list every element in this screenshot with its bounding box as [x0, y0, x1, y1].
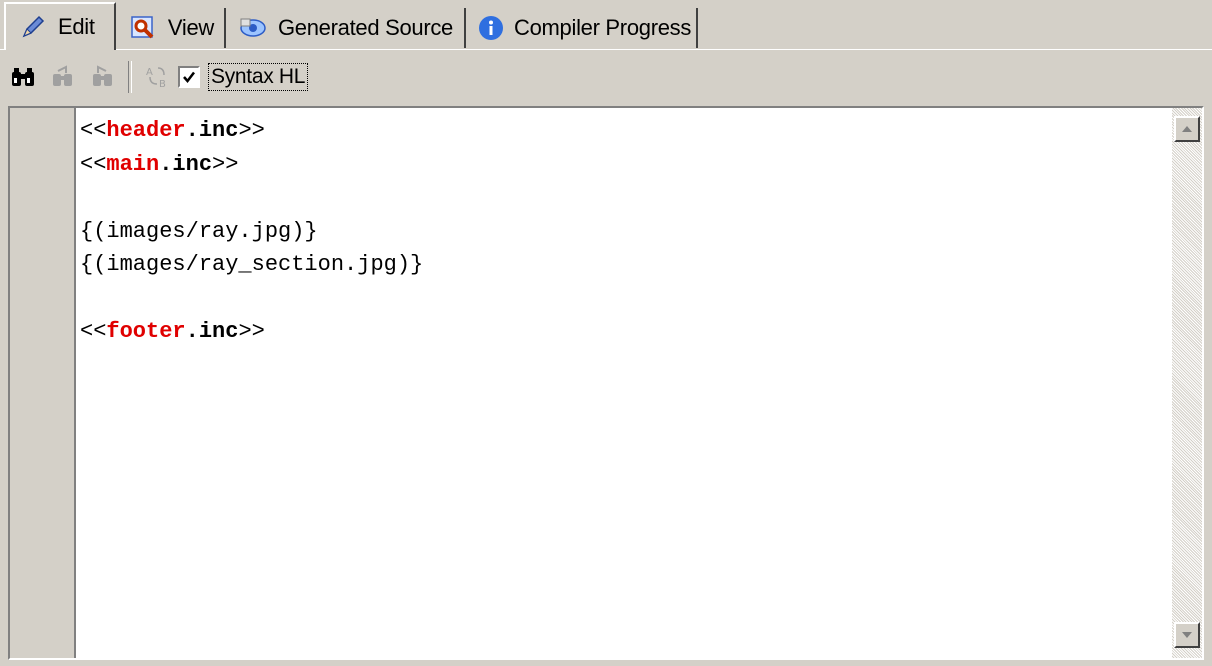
tab-strip: Edit View Generated Source Compiler Prog… — [0, 0, 1212, 50]
code-line: <<main.inc>> — [80, 151, 239, 177]
tab-edit-label: Edit — [58, 14, 95, 39]
tab-baseline — [0, 49, 1212, 50]
vertical-scrollbar[interactable] — [1172, 108, 1202, 658]
tab-compiler-progress-label: Compiler Progress — [514, 15, 692, 40]
scroll-down-button[interactable] — [1174, 622, 1200, 648]
tab-view[interactable]: View — [116, 8, 226, 48]
pencil-icon — [18, 12, 48, 42]
code-area[interactable]: <<header.inc>> <<main.inc>> {(images/ray… — [80, 114, 1168, 349]
binoculars-icon[interactable] — [6, 60, 40, 94]
arrow-up-icon — [1182, 126, 1192, 132]
tab-view-label: View — [167, 15, 214, 40]
find-replace-icon[interactable] — [86, 60, 120, 94]
editor-gutter — [10, 108, 76, 658]
code-line: {(images/ray_section.jpg)} — [80, 252, 424, 277]
tab-compiler-progress[interactable]: Compiler Progress — [466, 8, 698, 48]
find-next-icon[interactable] — [46, 60, 80, 94]
syntax-hl-label[interactable]: Syntax HL — [208, 63, 309, 91]
arrow-down-icon — [1182, 632, 1192, 638]
svg-text:A: A — [146, 67, 153, 78]
code-line: {(images/ray.jpg)} — [80, 218, 318, 244]
info-icon — [478, 13, 504, 43]
code-line: <<footer.inc>> — [80, 319, 265, 344]
syntax-hl-checkbox[interactable] — [178, 66, 200, 88]
code-editor[interactable]: <<header.inc>> <<main.inc>> {(images/ray… — [8, 106, 1204, 660]
toolbar: A B Syntax HL — [0, 52, 1212, 102]
tab-generated-source[interactable]: Generated Source — [226, 8, 466, 48]
tab-edit[interactable]: Edit — [4, 2, 116, 50]
code-line: <<header.inc>> — [80, 118, 265, 143]
toolbar-separator — [128, 61, 132, 93]
scroll-up-button[interactable] — [1174, 116, 1200, 142]
source-eye-icon — [238, 13, 268, 43]
convert-ab-icon[interactable]: A B — [140, 60, 174, 94]
tab-generated-source-label: Generated Source — [278, 15, 453, 40]
svg-text:B: B — [159, 79, 166, 90]
magnifier-icon — [128, 13, 158, 43]
